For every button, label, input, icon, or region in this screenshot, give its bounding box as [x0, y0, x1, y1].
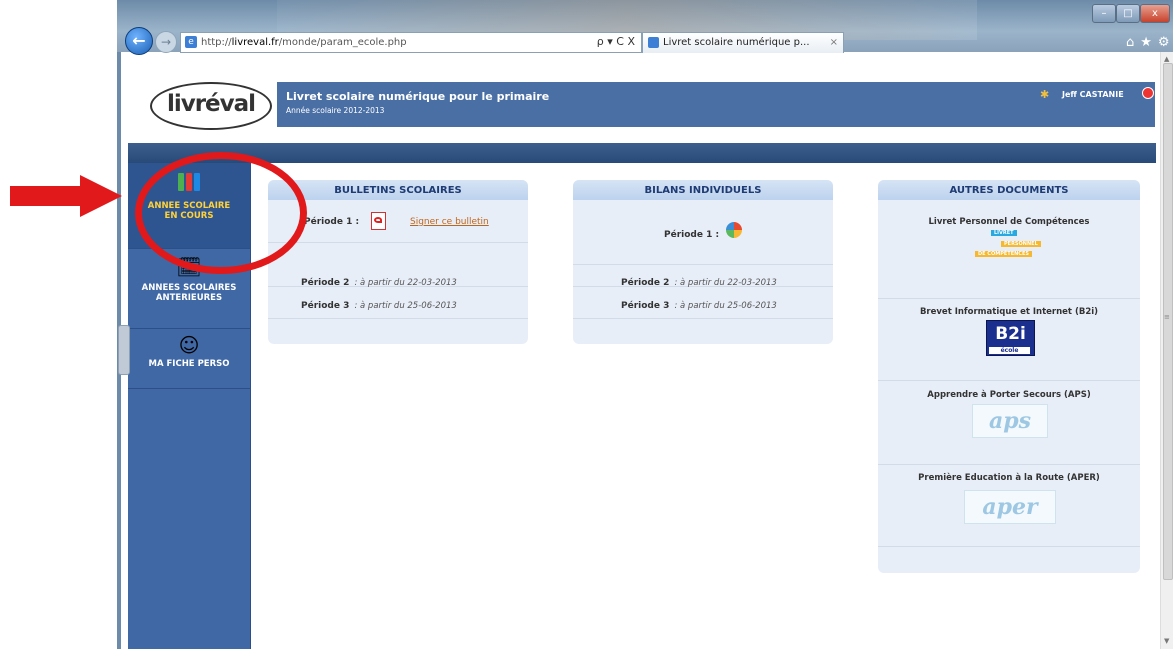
scrollbar-thumb[interactable]	[1163, 63, 1173, 580]
favorites-star-icon[interactable]: ★	[1140, 35, 1158, 50]
pdf-icon[interactable]	[371, 212, 386, 230]
maximize-button[interactable]: □	[1116, 4, 1140, 23]
highlight-circle	[135, 152, 307, 274]
url-prefix: http://	[201, 37, 232, 48]
logout-icon[interactable]	[1142, 87, 1154, 99]
panel-title: BULLETINS SCOLAIRES	[268, 180, 528, 200]
list-item: Période 1 :	[573, 200, 833, 265]
period-label: Période 3	[301, 301, 350, 311]
period-row: Période 3 : à partir du 25-06-2013	[301, 293, 457, 312]
home-icon[interactable]: ⌂	[1126, 35, 1140, 50]
list-item: Période 3 : à partir du 25-06-2013	[268, 286, 528, 319]
logo-text: B2i	[995, 324, 1026, 344]
list-item: Période 2 : à partir du 22-03-2013	[268, 264, 528, 288]
aper-logo[interactable]: aper	[964, 490, 1056, 524]
header-bar	[277, 82, 1155, 127]
sidebar-item-label: ANNEES SCOLAIRES	[141, 283, 237, 293]
logo-line: PERSONNEL	[1001, 241, 1041, 247]
sidebar-item-label: ANTERIEURES	[155, 293, 223, 303]
livreval-logo[interactable]: livréval	[150, 82, 272, 130]
aps-logo[interactable]: aps	[972, 404, 1048, 438]
back-button[interactable]: ←	[125, 27, 153, 55]
logo-text: livréval	[166, 91, 256, 117]
period-date: : à partir du 25-06-2013	[674, 301, 777, 311]
back-arrow-icon: ←	[132, 31, 146, 50]
address-tools[interactable]: ρ ▾ C X	[565, 32, 639, 51]
period-label: Période 3	[621, 301, 670, 311]
pointer-arrow-icon	[10, 175, 122, 217]
scroll-grip-icon: ≡	[1164, 313, 1170, 321]
b2i-logo[interactable]: B2i école	[986, 320, 1035, 356]
toolbar-icons: ⌂★⚙	[1126, 35, 1170, 51]
logo-subtext: école	[989, 347, 1030, 354]
bilans-panel: BILANS INDIVIDUELS Période 1 : Période 2…	[573, 180, 833, 344]
navigation-strip	[128, 143, 1156, 163]
ie-page-icon: e	[185, 36, 197, 48]
period-label: Période 1 :	[664, 230, 720, 240]
sign-bulletin-link[interactable]: Signer ce bulletin	[410, 217, 489, 227]
url-host: livreval.fr	[231, 37, 279, 48]
tab-close-icon[interactable]: ×	[830, 33, 838, 53]
panel-title: AUTRES DOCUMENTS	[878, 180, 1140, 200]
period-date: : à partir du 25-06-2013	[354, 301, 457, 311]
forward-button[interactable]: →	[155, 31, 177, 53]
lpc-logo[interactable]: LIVRET PERSONNEL DE COMPÉTENCES	[975, 230, 1045, 264]
bulletins-panel: BULLETINS SCOLAIRES Période 1 : Signer c…	[268, 180, 528, 344]
list-item: Période 3 : à partir du 25-06-2013	[573, 286, 833, 319]
document-title: Brevet Informatique et Internet (B2i)	[919, 307, 1099, 317]
pie-chart-icon[interactable]	[726, 222, 742, 238]
sidebar-item-my-profile[interactable]: ☺ MA FICHE PERSO	[128, 328, 250, 389]
logo-line: LIVRET	[991, 230, 1017, 236]
page-title: Livret scolaire numérique pour le primai…	[286, 90, 550, 103]
url-path: /monde/param_ecole.php	[278, 37, 407, 48]
document-title: Première Education à la Route (APER)	[918, 473, 1100, 483]
close-window-button[interactable]: x	[1140, 4, 1170, 23]
logo-line: DE COMPÉTENCES	[975, 251, 1032, 257]
document-title: Livret Personnel de Compétences	[928, 217, 1090, 227]
list-item: Période 2 : à partir du 22-03-2013	[573, 264, 833, 288]
period-label: Période 1 :	[304, 217, 360, 227]
forward-arrow-icon: →	[160, 35, 172, 49]
period-row: Période 3 : à partir du 25-06-2013	[621, 293, 777, 312]
user-icon: ✱	[1040, 88, 1050, 101]
panel-title: BILANS INDIVIDUELS	[573, 180, 833, 200]
scroll-down-icon[interactable]: ▼	[1164, 637, 1169, 645]
user-name[interactable]: Jeff CASTANIE	[1062, 90, 1124, 99]
sidebar-item-label: MA FICHE PERSO	[148, 359, 230, 369]
tab-favicon-icon	[648, 37, 659, 48]
settings-gear-icon[interactable]: ⚙	[1158, 35, 1173, 50]
browser-tab[interactable]: Livret scolaire numérique p... ×	[642, 32, 844, 53]
document-title: Apprendre à Porter Secours (APS)	[927, 390, 1091, 400]
tab-title: Livret scolaire numérique p...	[663, 37, 810, 48]
sidebar-collapse-handle[interactable]	[118, 325, 130, 375]
page-subtitle: Année scolaire 2012-2013	[286, 106, 385, 115]
window-controls: – □ x	[1092, 4, 1170, 23]
list-item: Période 1 : Signer ce bulletin	[268, 200, 528, 243]
minimize-button[interactable]: –	[1092, 4, 1116, 23]
kid-character-icon: ☺	[178, 333, 200, 357]
scroll-up-icon[interactable]: ▲	[1164, 55, 1169, 63]
